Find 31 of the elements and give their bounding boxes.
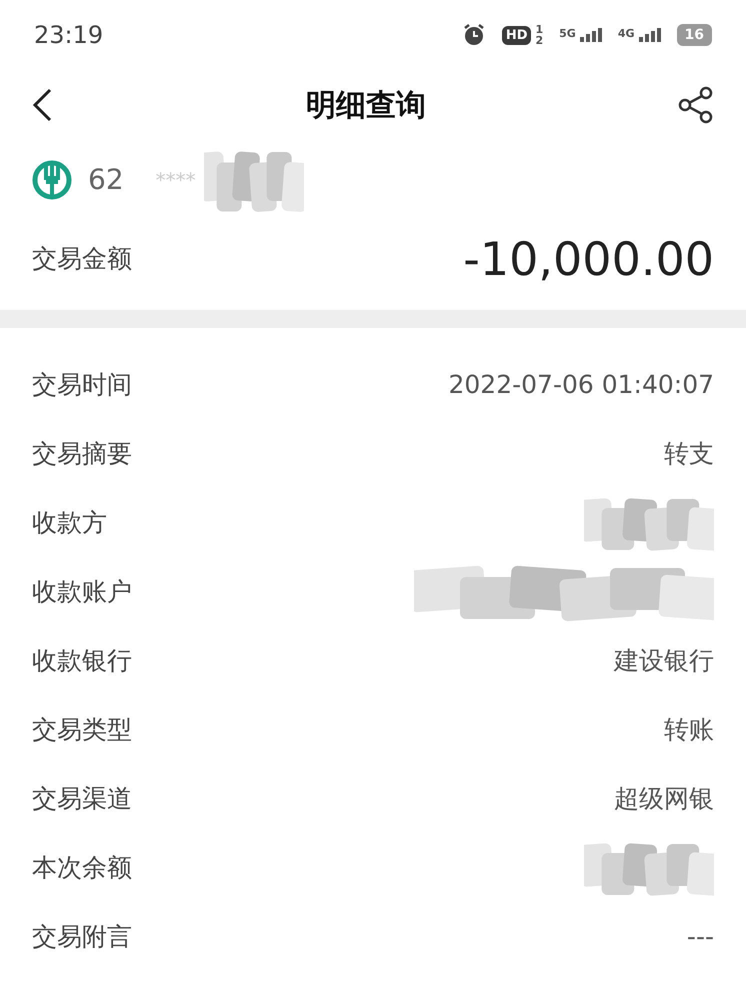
detail-value: 转支 <box>664 438 714 470</box>
account-number: 62 <box>88 162 124 198</box>
amount-label: 交易金额 <box>32 243 132 276</box>
network-label: 5G <box>559 28 576 39</box>
detail-label: 交易渠道 <box>32 782 132 815</box>
detail-label: 交易类型 <box>32 714 132 746</box>
sim-number: 1 <box>535 24 544 35</box>
detail-label: 本次余额 <box>32 852 132 884</box>
hd-badge: HD <box>502 26 532 44</box>
detail-value: 2022-07-06 01:40:07 <box>448 368 714 401</box>
detail-label: 收款方 <box>32 506 107 539</box>
bank-logo-icon <box>32 160 72 200</box>
detail-value: 超级网银 <box>614 782 714 815</box>
signal-icon <box>580 28 602 42</box>
detail-value: --- <box>686 920 714 953</box>
detail-label: 交易时间 <box>32 368 132 401</box>
detail-label: 收款银行 <box>32 644 132 677</box>
detail-label: 交易摘要 <box>32 438 132 470</box>
detail-value: 转账 <box>664 714 714 746</box>
page-title: 明细查询 <box>306 86 426 124</box>
network-label: 4G <box>618 28 635 39</box>
amount-value: -10,000.00 <box>463 230 714 288</box>
alarm-icon <box>462 23 486 47</box>
detail-label: 收款账户 <box>32 576 132 608</box>
account-mask: **** <box>156 167 196 194</box>
sim-number: 2 <box>535 35 544 46</box>
detail-label: 交易附言 <box>32 920 132 953</box>
detail-value: 建设银行 <box>614 644 714 677</box>
status-time: 23:19 <box>34 20 104 51</box>
battery-level: 16 <box>676 24 712 46</box>
signal-icon <box>638 28 661 42</box>
